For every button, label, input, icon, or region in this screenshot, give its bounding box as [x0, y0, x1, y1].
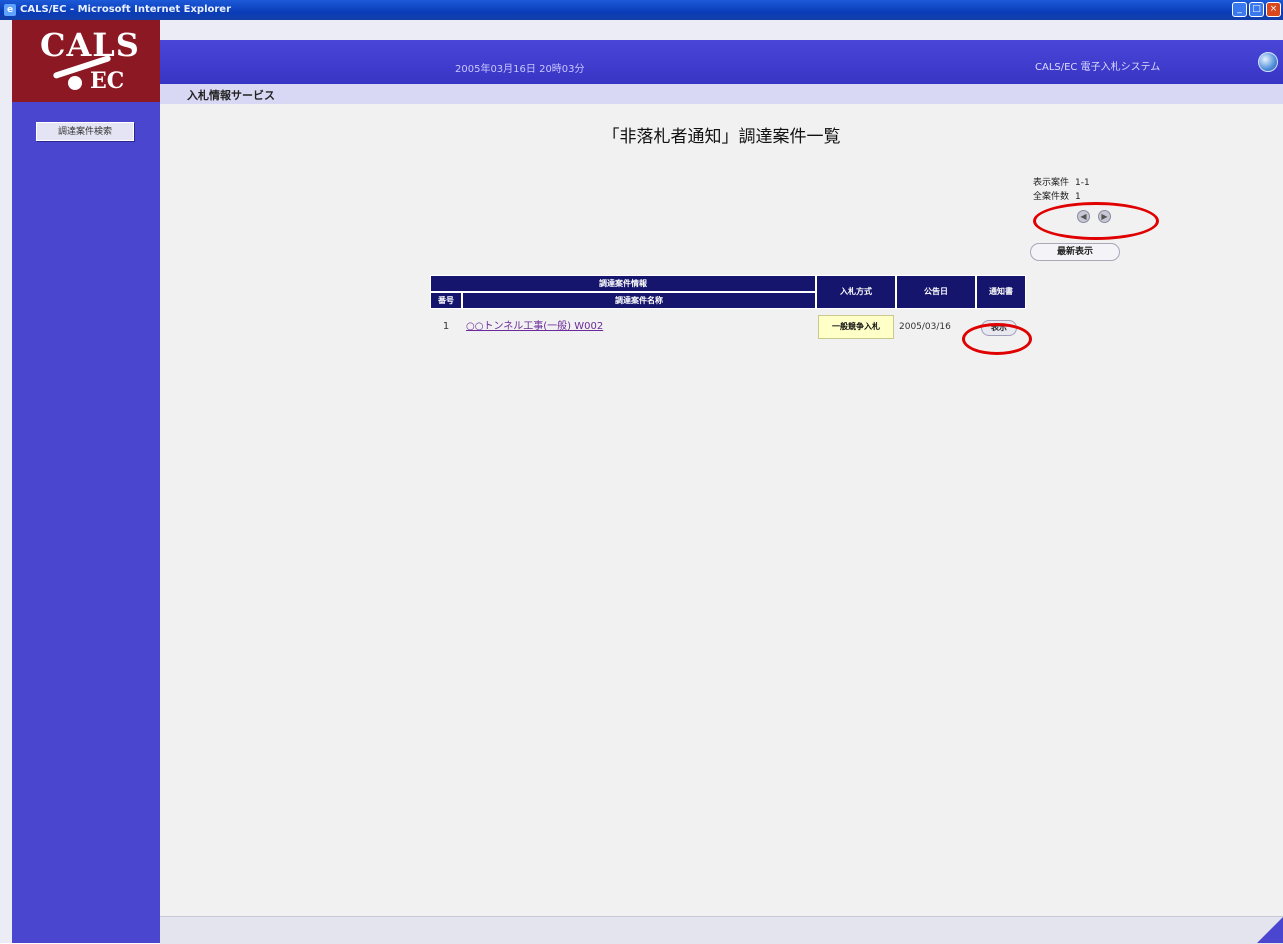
- close-button[interactable]: ×: [1266, 2, 1281, 17]
- logo-text-top: CALS: [40, 26, 140, 64]
- sidebar: 調達案件検索: [12, 102, 160, 943]
- current-datetime: 2005年03月16日 20時03分: [455, 64, 585, 75]
- procurement-name-link[interactable]: ○○トンネル工事(一般) W002: [466, 309, 816, 345]
- bid-method-cell: 一般競争入札: [818, 315, 894, 339]
- window-title: CALS/EC - Microsoft Internet Explorer: [20, 4, 232, 15]
- globe-icon[interactable]: [1258, 52, 1278, 72]
- table-group-header: 調達案件情報: [430, 275, 816, 292]
- next-page-button[interactable]: ▶: [1098, 210, 1111, 223]
- page-title: 「非落札者通知」調達案件一覧: [602, 127, 841, 147]
- procurement-table: 調達案件情報 番号 調達案件名称 入札方式 公告日 通知書 1 ○○トンネル工事…: [430, 275, 1026, 345]
- maximize-button[interactable]: □: [1249, 2, 1264, 17]
- system-name: CALS/EC 電子入札システム: [1035, 62, 1161, 73]
- refresh-button[interactable]: 最新表示: [1030, 243, 1120, 261]
- total-count-label: 全案件数: [1033, 192, 1070, 202]
- tab-bid-info-service[interactable]: 入札情報サービス: [187, 87, 275, 103]
- col-header-name: 調達案件名称: [462, 292, 816, 309]
- main-content: 「非落札者通知」調達案件一覧 表示案件 1-1 全案件数 1 ◀ ▶ 最新表示 調達…: [160, 104, 1283, 916]
- ie-icon: e: [4, 4, 16, 16]
- col-header-notice: 通知書: [976, 275, 1026, 309]
- app-header: 2005年03月16日 20時03分 CALS/EC 電子入札システム: [160, 40, 1283, 84]
- display-count-value: 1-1: [1075, 178, 1090, 188]
- service-tab-bar: 入札情報サービス: [160, 84, 1283, 104]
- resize-grip[interactable]: [1257, 917, 1283, 943]
- cals-ec-logo: CALS EC: [12, 20, 160, 102]
- prev-page-button[interactable]: ◀: [1077, 210, 1090, 223]
- minimize-button[interactable]: _: [1232, 2, 1247, 17]
- window-titlebar: e CALS/EC - Microsoft Internet Explorer …: [0, 0, 1283, 20]
- view-notice-button[interactable]: 表示: [981, 320, 1017, 336]
- col-header-method: 入札方式: [816, 275, 896, 309]
- display-count-label: 表示案件: [1033, 178, 1070, 188]
- row-no: 1: [442, 321, 450, 332]
- announcement-date: 2005/03/16: [899, 322, 951, 332]
- col-header-date: 公告日: [896, 275, 976, 309]
- total-count-value: 1: [1075, 192, 1081, 202]
- status-bar: [160, 916, 1283, 944]
- procurement-search-button[interactable]: 調達案件検索: [36, 122, 134, 141]
- pager-info: 表示案件 1-1 全案件数 1: [1033, 176, 1090, 204]
- logo-text-bottom: EC: [90, 68, 125, 94]
- col-header-no: 番号: [430, 292, 462, 309]
- logo-dot: [68, 76, 82, 90]
